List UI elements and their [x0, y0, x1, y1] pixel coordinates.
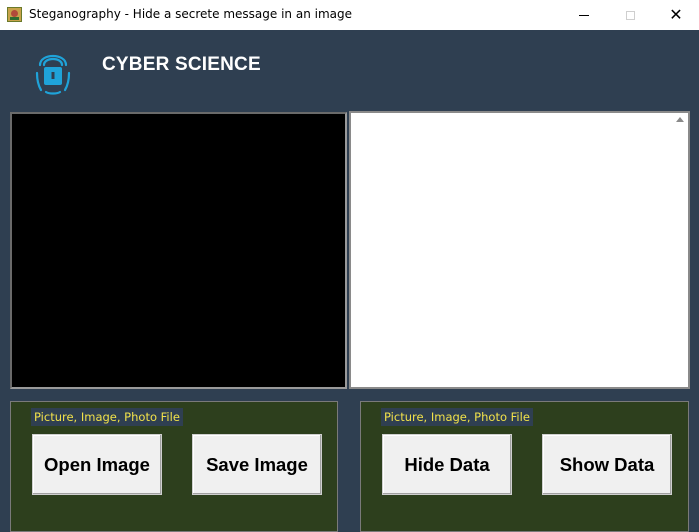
maximize-icon: [625, 10, 635, 20]
hide-data-button[interactable]: Hide Data: [382, 434, 512, 495]
group-label: Picture, Image, Photo File: [381, 408, 533, 426]
show-data-button[interactable]: Show Data: [542, 434, 672, 495]
close-button[interactable]: ✕: [653, 0, 699, 30]
close-icon: ✕: [669, 5, 683, 24]
group-label: Picture, Image, Photo File: [31, 408, 183, 426]
open-image-button[interactable]: Open Image: [32, 434, 162, 495]
fingerprint-lock-icon: [34, 45, 72, 97]
minimize-icon: [579, 14, 589, 16]
app-picture-icon: [7, 7, 22, 22]
data-group: Picture, Image, Photo File Hide Data Sho…: [360, 401, 689, 532]
maximize-button[interactable]: [607, 0, 653, 30]
image-preview: [10, 112, 347, 389]
brand-title: CYBER SCIENCE: [102, 54, 261, 75]
window-title: Steganography - Hide a secrete message i…: [29, 7, 352, 21]
message-textarea[interactable]: [349, 111, 690, 389]
minimize-button[interactable]: [561, 0, 607, 30]
title-bar: Steganography - Hide a secrete message i…: [0, 0, 699, 30]
save-image-button[interactable]: Save Image: [192, 434, 322, 495]
scroll-up-icon[interactable]: [676, 117, 684, 122]
image-file-group: Picture, Image, Photo File Open Image Sa…: [10, 401, 338, 532]
